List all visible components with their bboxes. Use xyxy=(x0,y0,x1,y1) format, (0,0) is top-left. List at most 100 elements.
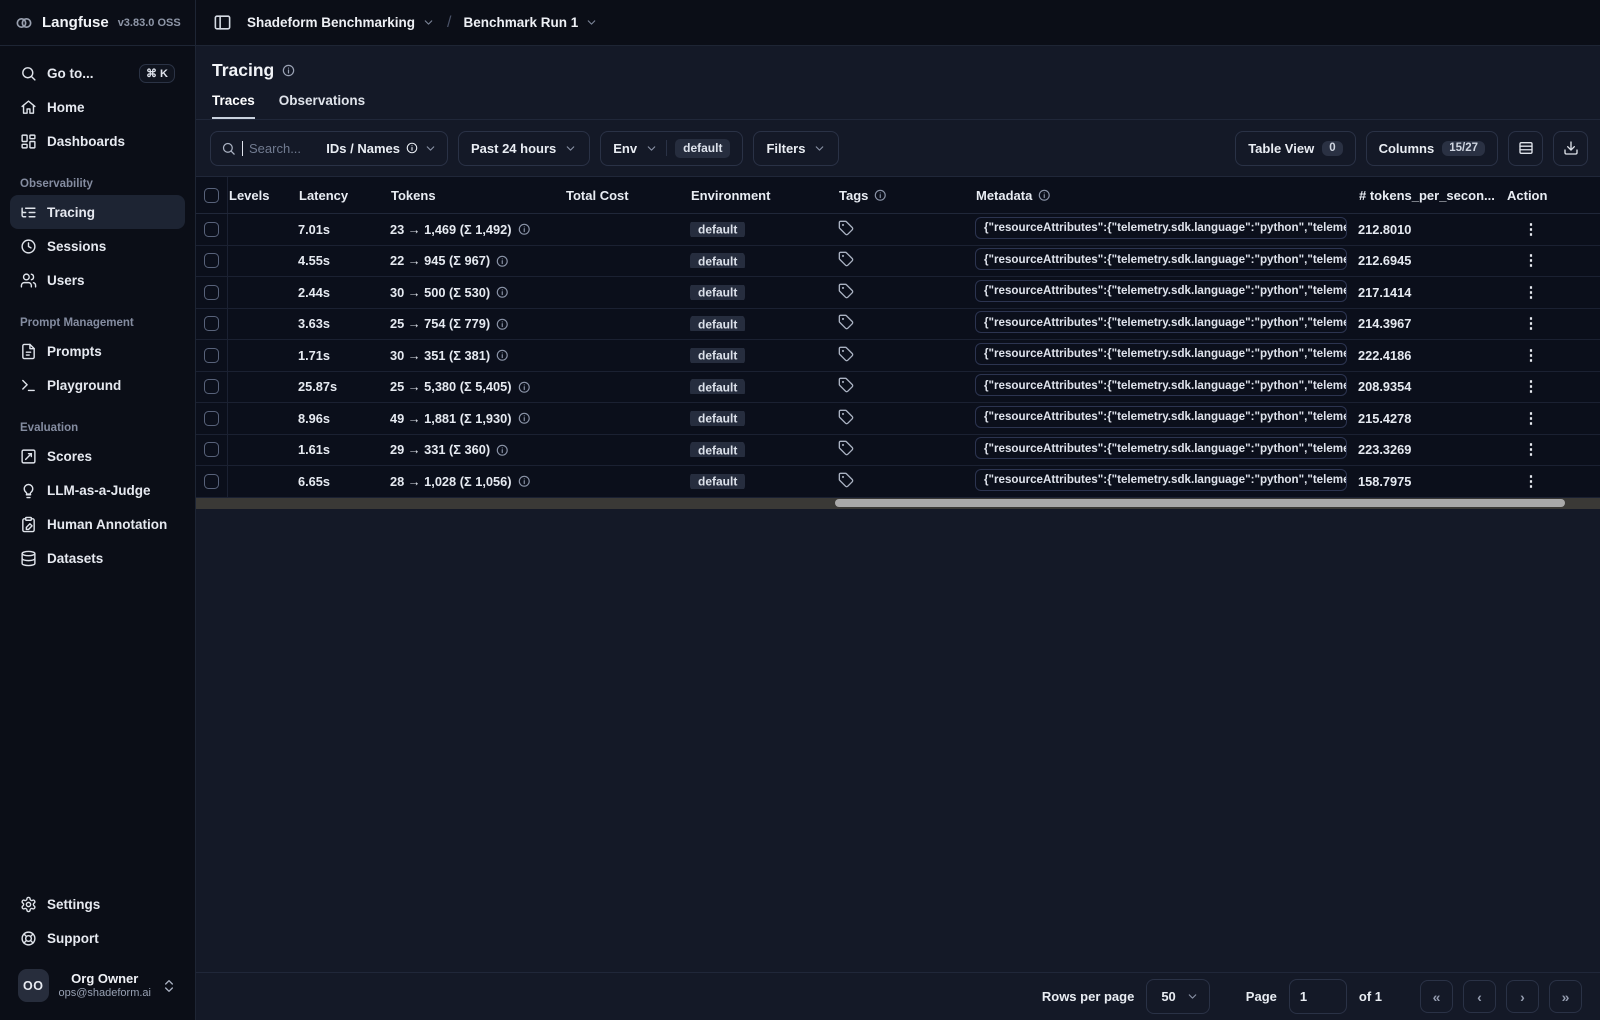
metadata-value[interactable]: {"resourceAttributes":{"telemetry.sdk.la… xyxy=(975,437,1347,460)
row-actions-button[interactable]: ⋮ xyxy=(1518,375,1544,399)
sidebar-item-datasets[interactable]: Datasets xyxy=(10,541,185,575)
sidebar-item-users[interactable]: Users xyxy=(10,263,185,297)
export-button[interactable] xyxy=(1553,130,1588,166)
metadata-value[interactable]: {"resourceAttributes":{"telemetry.sdk.la… xyxy=(975,279,1347,302)
sidebar-item-sessions[interactable]: Sessions xyxy=(10,229,185,263)
info-icon[interactable] xyxy=(496,318,509,331)
scrollbar-thumb[interactable] xyxy=(834,499,1565,507)
info-icon[interactable] xyxy=(496,255,509,268)
search-box[interactable]: IDs / Names xyxy=(210,130,448,166)
row-checkbox[interactable] xyxy=(204,473,219,489)
search-input[interactable] xyxy=(249,140,315,156)
info-icon[interactable] xyxy=(282,64,295,77)
sidebar-item-human-annotation[interactable]: Human Annotation xyxy=(10,507,185,541)
info-icon[interactable] xyxy=(496,444,509,457)
tag-icon[interactable] xyxy=(838,283,854,299)
column-header-tokens-per-secon[interactable]: # tokens_per_secon... xyxy=(1358,188,1506,203)
time-range-select[interactable]: Past 24 hours xyxy=(458,130,591,166)
row-checkbox[interactable] xyxy=(204,284,219,300)
goto-search-button[interactable]: Go to... ⌘ K xyxy=(10,56,185,90)
tag-icon[interactable] xyxy=(838,251,854,267)
column-header-latency[interactable]: Latency xyxy=(298,188,390,203)
environment-filter[interactable]: Env default xyxy=(600,130,744,166)
sidebar-item-scores[interactable]: Scores xyxy=(10,439,185,473)
sidebar-item-tracing[interactable]: Tracing xyxy=(10,195,185,229)
previous-page-button[interactable]: ‹ xyxy=(1463,980,1496,1013)
row-checkbox[interactable] xyxy=(204,410,219,426)
search-mode-select[interactable]: IDs / Names xyxy=(326,141,437,156)
sidebar-item-playground[interactable]: Playground xyxy=(10,368,185,402)
first-page-button[interactable]: « xyxy=(1420,980,1453,1013)
info-icon[interactable] xyxy=(496,349,509,362)
tag-icon[interactable] xyxy=(838,377,854,393)
row-checkbox[interactable] xyxy=(204,316,219,332)
column-header-tags[interactable]: Tags xyxy=(838,188,975,203)
table-row[interactable]: 7.01s 23 → 1,469 (Σ 1,492) default {"resour… xyxy=(196,214,1600,246)
sidebar-toggle-button[interactable] xyxy=(209,10,235,36)
tab-traces[interactable]: Traces xyxy=(212,93,255,119)
sidebar-item-prompts[interactable]: Prompts xyxy=(10,334,185,368)
columns-button[interactable]: Columns 15/27 xyxy=(1365,130,1498,166)
metadata-value[interactable]: {"resourceAttributes":{"telemetry.sdk.la… xyxy=(975,468,1347,491)
column-header-environment[interactable]: Environment xyxy=(690,188,838,203)
metadata-value[interactable]: {"resourceAttributes":{"telemetry.sdk.la… xyxy=(975,311,1347,334)
column-header-action[interactable]: Action xyxy=(1506,188,1600,203)
metadata-value[interactable]: {"resourceAttributes":{"telemetry.sdk.la… xyxy=(975,216,1347,239)
org-switcher[interactable]: Shadeform Benchmarking xyxy=(247,15,435,30)
column-header-tokens[interactable]: Tokens xyxy=(390,188,565,203)
table-row[interactable]: 1.71s 30 → 351 (Σ 381) default {"resourceAt… xyxy=(196,340,1600,372)
row-actions-button[interactable]: ⋮ xyxy=(1518,469,1544,493)
info-icon[interactable] xyxy=(496,286,509,299)
row-actions-button[interactable]: ⋮ xyxy=(1518,438,1544,462)
sidebar-item-llm-as-a-judge[interactable]: LLM-as-a-Judge xyxy=(10,473,185,507)
next-page-button[interactable]: › xyxy=(1506,980,1539,1013)
sidebar-item-dashboards[interactable]: Dashboards xyxy=(10,124,185,158)
info-icon[interactable] xyxy=(518,223,531,236)
row-checkbox[interactable] xyxy=(204,221,219,237)
tag-icon[interactable] xyxy=(838,472,854,488)
tab-observations[interactable]: Observations xyxy=(279,93,365,119)
table-row[interactable]: 1.61s 29 → 331 (Σ 360) default {"resourceAt… xyxy=(196,434,1600,466)
metadata-value[interactable]: {"resourceAttributes":{"telemetry.sdk.la… xyxy=(975,248,1347,271)
row-actions-button[interactable]: ⋮ xyxy=(1518,280,1544,304)
table-row[interactable]: 25.87s 25 → 5,380 (Σ 5,405) default {"resou… xyxy=(196,371,1600,403)
row-actions-button[interactable]: ⋮ xyxy=(1518,249,1544,273)
horizontal-scrollbar[interactable] xyxy=(196,497,1600,509)
row-actions-button[interactable]: ⋮ xyxy=(1518,312,1544,336)
table-row[interactable]: 3.63s 25 → 754 (Σ 779) default {"resourceAt… xyxy=(196,308,1600,340)
tag-icon[interactable] xyxy=(838,409,854,425)
metadata-value[interactable]: {"resourceAttributes":{"telemetry.sdk.la… xyxy=(975,374,1347,397)
table-row[interactable]: 4.55s 22 → 945 (Σ 967) default {"resourceAt… xyxy=(196,245,1600,277)
select-all-checkbox[interactable] xyxy=(204,187,219,203)
info-icon[interactable] xyxy=(518,475,531,488)
project-switcher[interactable]: Benchmark Run 1 xyxy=(464,15,599,30)
tag-icon[interactable] xyxy=(838,440,854,456)
last-page-button[interactable]: » xyxy=(1549,980,1582,1013)
table-row[interactable]: 6.65s 28 → 1,028 (Σ 1,056) default {"resour… xyxy=(196,466,1600,498)
info-icon[interactable] xyxy=(518,381,531,394)
sidebar-item-home[interactable]: Home xyxy=(10,90,185,124)
info-icon[interactable] xyxy=(518,412,531,425)
column-header-metadata[interactable]: Metadata xyxy=(975,188,1358,203)
metadata-value[interactable]: {"resourceAttributes":{"telemetry.sdk.la… xyxy=(975,342,1347,365)
row-actions-button[interactable]: ⋮ xyxy=(1518,217,1544,241)
sidebar-item-settings[interactable]: Settings xyxy=(10,887,185,921)
column-header-levels[interactable]: Levels xyxy=(228,188,298,203)
sidebar-item-support[interactable]: Support xyxy=(10,921,185,955)
row-checkbox[interactable] xyxy=(204,347,219,363)
row-checkbox[interactable] xyxy=(204,379,219,395)
rows-per-page-select[interactable]: 50 xyxy=(1146,979,1210,1014)
table-row[interactable]: 2.44s 30 → 500 (Σ 530) default {"resourceAt… xyxy=(196,277,1600,309)
metadata-value[interactable]: {"resourceAttributes":{"telemetry.sdk.la… xyxy=(975,405,1347,428)
row-actions-button[interactable]: ⋮ xyxy=(1518,406,1544,430)
tag-icon[interactable] xyxy=(838,346,854,362)
table-view-button[interactable]: Table View 0 xyxy=(1235,130,1356,166)
row-checkbox[interactable] xyxy=(204,253,219,269)
account-menu[interactable]: OO Org Owner ops@shadeform.ai xyxy=(10,963,185,1008)
page-input[interactable] xyxy=(1288,979,1347,1014)
row-actions-button[interactable]: ⋮ xyxy=(1518,343,1544,367)
filters-button[interactable]: Filters xyxy=(753,130,840,166)
tag-icon[interactable] xyxy=(838,314,854,330)
table-row[interactable]: 8.96s 49 → 1,881 (Σ 1,930) default {"resour… xyxy=(196,403,1600,435)
column-header-total-cost[interactable]: Total Cost xyxy=(565,188,690,203)
